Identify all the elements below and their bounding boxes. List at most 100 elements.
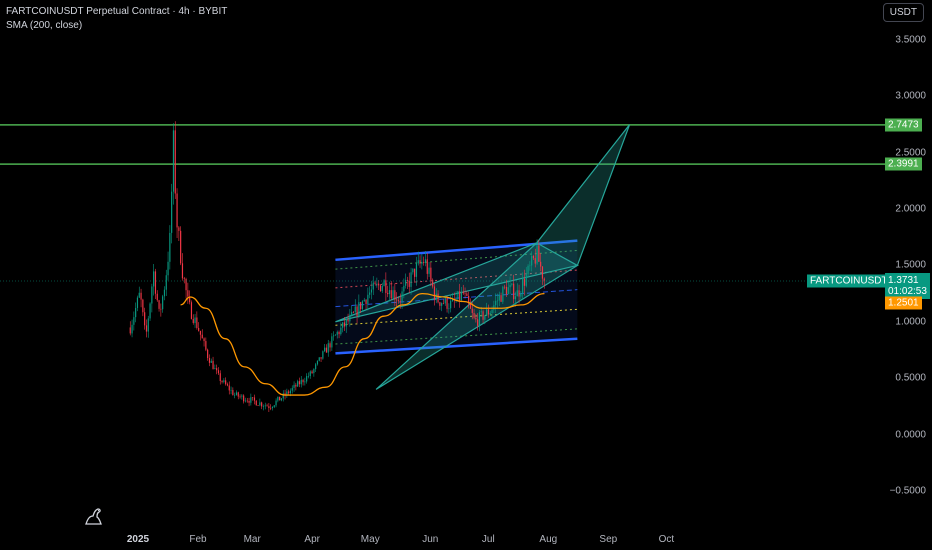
candle-body	[234, 394, 236, 396]
candle-body	[340, 327, 342, 335]
candle-body	[446, 297, 448, 309]
candle-body	[255, 400, 257, 406]
candle-body	[342, 322, 344, 328]
candle-body	[343, 322, 346, 327]
candle-body	[444, 297, 446, 304]
candle-body	[149, 303, 151, 319]
candle-body	[140, 292, 142, 300]
candle-body	[403, 285, 405, 292]
resistance-high-tag: 2.7473	[885, 118, 922, 132]
candle-body	[466, 293, 468, 296]
candle-body	[414, 268, 416, 277]
last-price-value: 1.3731	[888, 275, 919, 286]
candle-body	[252, 397, 254, 398]
candle-body	[169, 232, 171, 262]
candle-body	[387, 292, 389, 295]
candle-body	[419, 260, 421, 264]
candle-body	[423, 262, 425, 264]
candle-body	[372, 282, 374, 290]
candle-body	[138, 292, 140, 298]
candle-body	[133, 317, 135, 325]
candle-body	[165, 275, 167, 290]
candle-body	[525, 274, 527, 286]
candle-body	[367, 294, 369, 304]
candle-body	[388, 290, 391, 295]
candle-body	[214, 368, 216, 370]
candle-body	[306, 376, 308, 382]
candle-body	[136, 297, 139, 308]
candle-body	[480, 311, 482, 313]
currency-button[interactable]: USDT	[882, 3, 924, 22]
candle-body	[223, 380, 225, 382]
candle-body	[336, 331, 338, 335]
time-tick-label: Mar	[243, 534, 261, 545]
time-tick-label: Sep	[599, 534, 618, 545]
candle-body	[475, 317, 477, 320]
tradingview-dino-icon[interactable]	[83, 505, 105, 527]
candle-body	[248, 400, 250, 403]
candle-body	[268, 406, 270, 409]
candle-body	[154, 271, 157, 294]
candle-body	[142, 299, 144, 313]
resistance-low-tag: 2.3991	[885, 157, 922, 171]
candle-body	[509, 284, 511, 288]
candle-body	[504, 286, 506, 288]
candle-body	[235, 392, 238, 395]
candle-body	[450, 300, 452, 309]
candle-body	[187, 290, 189, 297]
candle-body	[471, 308, 473, 313]
candle-body	[320, 357, 322, 359]
candle-body	[198, 327, 200, 331]
candle-body	[237, 392, 239, 397]
candle-body	[538, 245, 540, 262]
candle-body	[349, 314, 351, 322]
candle-body	[297, 381, 299, 387]
price-tick-label: 1.0000	[895, 316, 926, 328]
candle-body	[345, 319, 347, 327]
candle-body	[358, 302, 360, 316]
candle-body	[163, 289, 166, 297]
candle-body	[514, 296, 517, 300]
candle-body	[304, 381, 306, 383]
candle-body	[500, 295, 502, 302]
candle-body	[379, 285, 382, 292]
candle-body	[167, 261, 169, 276]
candle-body	[270, 408, 272, 409]
candle-body	[153, 271, 155, 287]
candle-body	[536, 245, 538, 264]
resistance-lines[interactable]	[0, 124, 885, 165]
candle-body	[520, 293, 522, 297]
chart-legend: FARTCOINUSDT Perpetual Contract · 4h · B…	[6, 5, 227, 33]
candle-body	[196, 317, 198, 328]
candle-body	[381, 285, 383, 292]
candle-body	[131, 324, 133, 334]
candle-body	[329, 343, 331, 348]
candle-body	[421, 262, 423, 264]
candle-body	[399, 301, 401, 302]
candle-body	[309, 371, 311, 377]
candle-body	[390, 290, 392, 299]
candle-body	[347, 319, 349, 322]
candle-body	[424, 259, 427, 264]
price-tick-label: 3.0000	[895, 90, 926, 102]
candle-body	[489, 313, 491, 315]
candle-body	[232, 390, 234, 396]
time-tick-label: Apr	[304, 534, 320, 545]
candle-body	[322, 351, 324, 359]
candle-body	[543, 278, 545, 281]
price-chart[interactable]	[0, 0, 932, 550]
candle-body	[160, 308, 162, 310]
time-tick-label: Oct	[658, 534, 675, 545]
symbol-title[interactable]: FARTCOINUSDT Perpetual Contract · 4h · B…	[6, 5, 227, 19]
candle-body	[230, 390, 232, 391]
candle-body	[498, 295, 500, 301]
candle-body	[338, 331, 340, 335]
candle-body	[158, 300, 160, 309]
time-tick-label: Aug	[539, 534, 558, 545]
candle-body	[532, 256, 535, 259]
candle-body	[507, 287, 509, 295]
indicator-title[interactable]: SMA (200, close)	[6, 19, 227, 33]
candle-body	[302, 379, 304, 383]
candle-body	[144, 312, 146, 326]
candle-body	[351, 312, 353, 315]
